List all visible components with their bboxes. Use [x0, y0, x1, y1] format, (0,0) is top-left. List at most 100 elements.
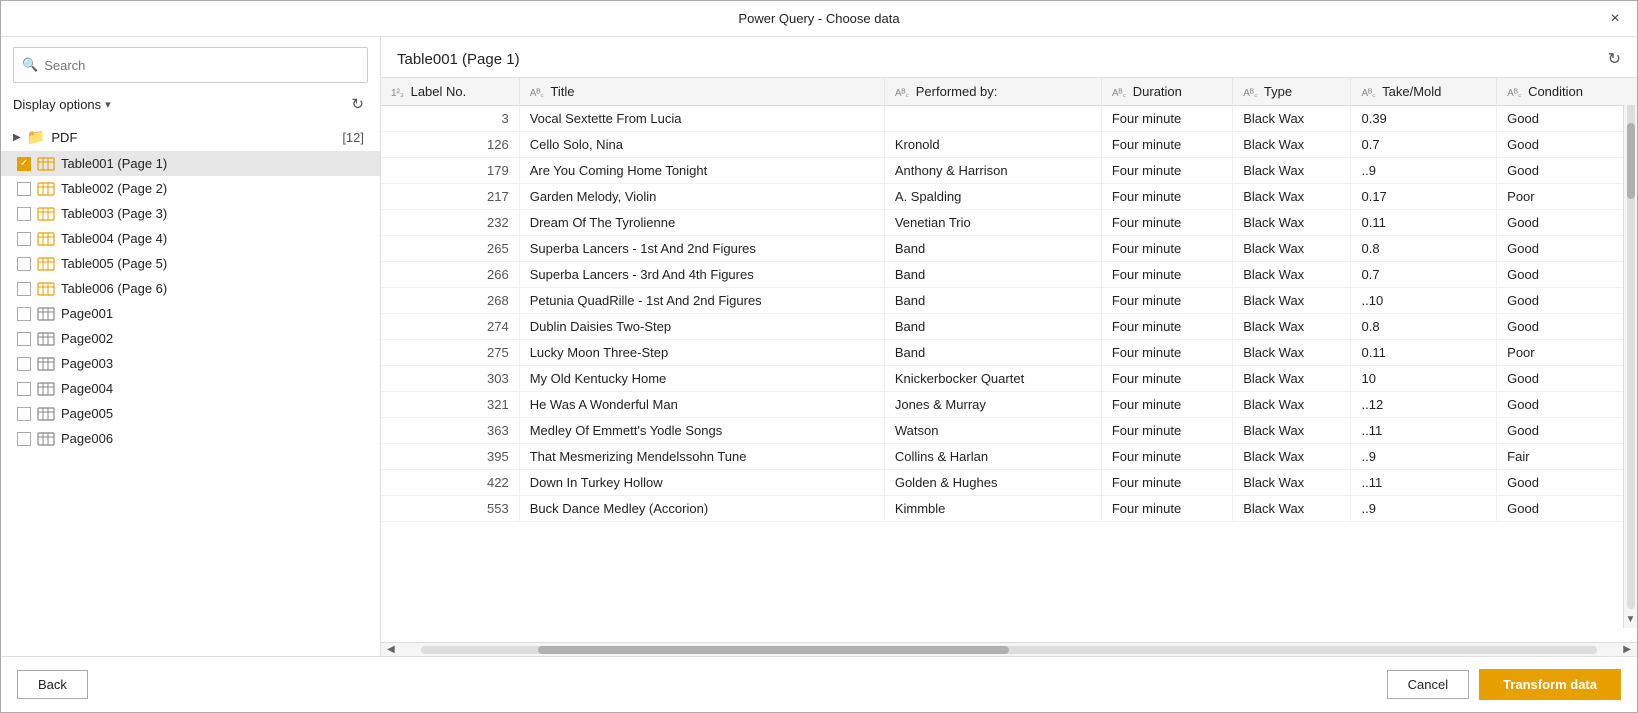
checkbox-table003[interactable] [17, 207, 31, 221]
refresh-button[interactable]: ↻ [347, 93, 368, 115]
search-icon: 🔍 [22, 57, 38, 73]
tree-item-page004[interactable]: Page004 [1, 376, 380, 401]
table-cell: Anthony & Harrison [884, 158, 1101, 184]
table-cell: Medley Of Emmett's Yodle Songs [519, 418, 884, 444]
checkbox-page002[interactable] [17, 332, 31, 346]
scroll-left-arrow[interactable]: ◀ [381, 644, 401, 655]
table-cell: 274 [381, 314, 519, 340]
table-cell: Four minute [1101, 444, 1232, 470]
scroll-down-arrow[interactable]: ▼ [1626, 611, 1636, 628]
data-table-wrapper[interactable]: 1²₃ Label No. Aᴮ꜀ Title Aᴮ꜀ Performed by… [381, 77, 1637, 642]
table-cell: 10 [1351, 366, 1497, 392]
chevron-down-icon: ▾ [105, 98, 111, 111]
table-row: 179Are You Coming Home TonightAnthony & … [381, 158, 1637, 184]
tree-item-table004[interactable]: Table004 (Page 4) [1, 226, 380, 251]
checkbox-table002[interactable] [17, 182, 31, 196]
table-cell: That Mesmerizing Mendelssohn Tune [519, 444, 884, 470]
tree-item-label-table001: Table001 (Page 1) [61, 156, 167, 171]
checkbox-table001[interactable] [17, 157, 31, 171]
checkbox-page004[interactable] [17, 382, 31, 396]
scroll-right-arrow[interactable]: ▶ [1617, 644, 1637, 655]
col-header-title: Aᴮ꜀ Title [519, 78, 884, 106]
table-cell: Petunia QuadRille - 1st And 2nd Figures [519, 288, 884, 314]
table-row: 265Superba Lancers - 1st And 2nd Figures… [381, 236, 1637, 262]
table-cell: Black Wax [1233, 158, 1351, 184]
cancel-button[interactable]: Cancel [1387, 670, 1469, 699]
tree-item-page006[interactable]: Page006 [1, 426, 380, 451]
h-scroll-thumb [538, 646, 1009, 654]
table-row: 274Dublin Daisies Two-StepBandFour minut… [381, 314, 1637, 340]
table-cell: Kronold [884, 132, 1101, 158]
table-cell: Band [884, 340, 1101, 366]
table-cell: 232 [381, 210, 519, 236]
table-cell: 363 [381, 418, 519, 444]
tree-item-page003[interactable]: Page003 [1, 351, 380, 376]
page-icon-2 [37, 332, 55, 346]
tree-item-table002[interactable]: Table002 (Page 2) [1, 176, 380, 201]
tree-item-page005[interactable]: Page005 [1, 401, 380, 426]
folder-icon: 📁 [27, 128, 46, 146]
pdf-folder[interactable]: ▶ 📁 PDF [12] [1, 123, 380, 151]
horizontal-scrollbar[interactable]: ◀ ▶ [381, 642, 1637, 656]
table-cell: 395 [381, 444, 519, 470]
table-cell: He Was A Wonderful Man [519, 392, 884, 418]
checkbox-table005[interactable] [17, 257, 31, 271]
tree-item-page002[interactable]: Page002 [1, 326, 380, 351]
col-header-performed-by: Aᴮ꜀ Performed by: [884, 78, 1101, 106]
transform-data-button[interactable]: Transform data [1479, 669, 1621, 700]
table-cell: Superba Lancers - 3rd And 4th Figures [519, 262, 884, 288]
checkbox-page005[interactable] [17, 407, 31, 421]
table-row: 232Dream Of The TyrolienneVenetian TrioF… [381, 210, 1637, 236]
table-cell: Poor [1497, 340, 1637, 366]
checkbox-page003[interactable] [17, 357, 31, 371]
tree-item-table006[interactable]: Table006 (Page 6) [1, 276, 380, 301]
title-bar: Power Query - Choose data × [1, 1, 1637, 37]
table-cell: Lucky Moon Three-Step [519, 340, 884, 366]
table-row: 3Vocal Sextette From LuciaFour minuteBla… [381, 106, 1637, 132]
table-cell: Good [1497, 106, 1637, 132]
table-cell: 0.8 [1351, 236, 1497, 262]
checkbox-table004[interactable] [17, 232, 31, 246]
table-icon-3 [37, 207, 55, 221]
dialog-title: Power Query - Choose data [738, 11, 899, 26]
table-cell: Good [1497, 210, 1637, 236]
table-row: 126Cello Solo, NinaKronoldFour minuteBla… [381, 132, 1637, 158]
search-box: 🔍 [13, 47, 368, 83]
checkbox-table006[interactable] [17, 282, 31, 296]
search-input[interactable] [44, 58, 359, 73]
table-cell: ..12 [1351, 392, 1497, 418]
table-cell: Four minute [1101, 366, 1232, 392]
vertical-scrollbar[interactable]: ▲ ▼ [1623, 78, 1637, 628]
folder-label: PDF [51, 130, 336, 145]
page-icon-3 [37, 357, 55, 371]
table-cell: Poor [1497, 184, 1637, 210]
table-cell: 303 [381, 366, 519, 392]
checkbox-page006[interactable] [17, 432, 31, 446]
back-button[interactable]: Back [17, 670, 88, 699]
table-icon-2 [37, 182, 55, 196]
table-cell: Band [884, 262, 1101, 288]
table-cell: ..10 [1351, 288, 1497, 314]
table-cell: 0.17 [1351, 184, 1497, 210]
data-table: 1²₃ Label No. Aᴮ꜀ Title Aᴮ꜀ Performed by… [381, 78, 1637, 522]
tree-item-table001[interactable]: Table001 (Page 1) [1, 151, 380, 176]
table-icon-6 [37, 282, 55, 296]
table-cell: Four minute [1101, 340, 1232, 366]
table-cell: Good [1497, 262, 1637, 288]
table-cell: Black Wax [1233, 496, 1351, 522]
checkbox-page001[interactable] [17, 307, 31, 321]
refresh-table-button[interactable]: ↻ [1608, 49, 1621, 69]
table-title-row: Table001 (Page 1) ↻ [381, 37, 1637, 77]
left-panel: 🔍 Display options ▾ ↻ ▶ 📁 PDF [12] [1, 37, 381, 656]
table-cell: ..11 [1351, 418, 1497, 444]
tree-item-label-page004: Page004 [61, 381, 113, 396]
close-button[interactable]: × [1601, 5, 1629, 33]
table-cell: Black Wax [1233, 288, 1351, 314]
table-cell: 0.11 [1351, 340, 1497, 366]
table-row: 217Garden Melody, ViolinA. SpaldingFour … [381, 184, 1637, 210]
tree-item-table003[interactable]: Table003 (Page 3) [1, 201, 380, 226]
tree-item-table005[interactable]: Table005 (Page 5) [1, 251, 380, 276]
tree-item-page001[interactable]: Page001 [1, 301, 380, 326]
table-cell: Black Wax [1233, 210, 1351, 236]
expand-icon: ▶ [13, 132, 21, 143]
